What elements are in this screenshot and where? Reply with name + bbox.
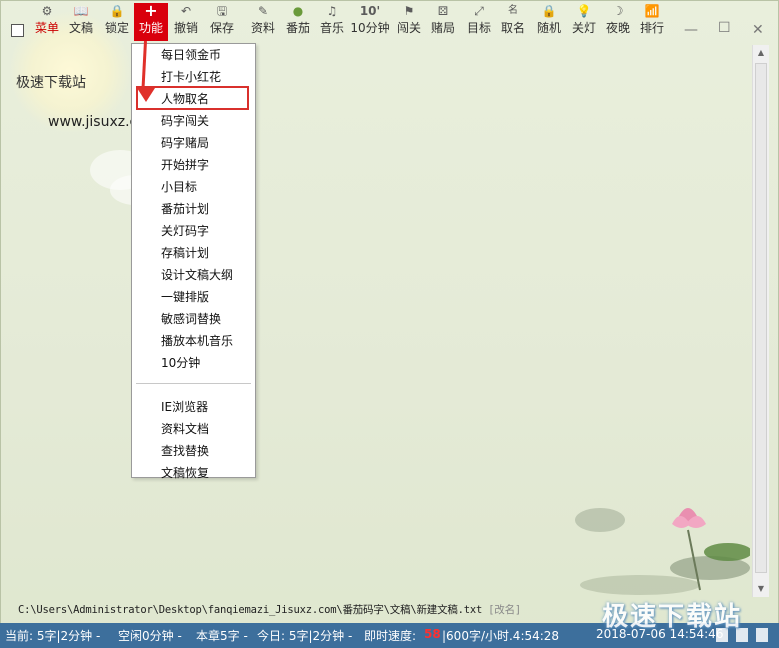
music-icon: ♫ (326, 4, 338, 18)
moon-icon: ☽ (612, 4, 624, 18)
tray-icon[interactable] (756, 628, 768, 642)
status-idle: 空闲0分钟 - (118, 629, 182, 643)
status-speed-label: 即时速度: (364, 629, 417, 643)
maximize-button[interactable]: ☐ (718, 20, 731, 36)
random-lock-icon: 🔒 (541, 4, 557, 18)
toolbar-music-button[interactable]: ♫ 音乐 (318, 3, 346, 41)
scroll-up-icon[interactable]: ▲ (753, 45, 769, 61)
toolbar-save-button[interactable]: 🖫 保存 (208, 3, 236, 41)
window-frame (0, 0, 779, 648)
scroll-down-icon[interactable]: ▼ (753, 581, 769, 597)
dice-icon: ⚄ (437, 4, 449, 18)
menu-item[interactable]: 敏感词替换 (161, 308, 221, 330)
menu-item[interactable]: 小目标 (161, 176, 197, 198)
toolbar-undo-button[interactable]: ↶ 撤销 (172, 3, 200, 41)
menu-item[interactable]: 资料文档 (161, 418, 209, 440)
rename-link[interactable]: [改名] (488, 604, 521, 616)
status-current: 当前: 5字|2分钟 - (5, 629, 101, 643)
menu-separator (136, 383, 251, 384)
file-path-text: C:\Users\Administrator\Desktop\fanqiemaz… (18, 604, 483, 616)
menu-item[interactable]: IE浏览器 (161, 396, 208, 418)
menu-item[interactable]: 一键排版 (161, 286, 209, 308)
status-speed-value: 58 (424, 627, 441, 641)
toolbar-night-button[interactable]: ☽ 夜晚 (604, 3, 632, 41)
functions-dropdown-menu: 每日领金币 打卡小红花 人物取名 码字闯关 码字赌局 开始拼字 小目标 番茄计划 关灯码字 存稿计… (131, 43, 256, 480)
editor-text-line[interactable]: 极速下载站 (16, 72, 86, 92)
tomato-icon: ● (292, 4, 304, 18)
menu-item[interactable]: 设计文稿大纲 (161, 264, 233, 286)
toolbar-ranking-button[interactable]: 📶 排行 (638, 3, 666, 41)
status-rate: |600字/小时.4:54:28 (442, 629, 560, 643)
editor-text-url[interactable]: www.jisuxz.c (48, 114, 137, 130)
menu-item[interactable]: 开始拼字 (161, 154, 209, 176)
toolbar-gamble-button[interactable]: ⚄ 赌局 (429, 3, 457, 41)
annotation-arrow-head (137, 88, 155, 102)
pen-icon: ✎ (257, 4, 269, 18)
menu-item[interactable]: 播放本机音乐 (161, 330, 233, 352)
status-today: 今日: 5字|2分钟 - (257, 629, 353, 643)
vertical-scrollbar[interactable]: ▲ ▼ (752, 45, 769, 597)
timer-icon: 10' (359, 4, 381, 18)
menu-item[interactable]: 码字赌局 (161, 132, 209, 154)
toolbar-naming-button[interactable]: 名 取名 (499, 3, 527, 41)
app-window: ⚙ 菜单 📖 文稿 🔒 锁定 + 功能 ↶ 撤销 🖫 保存 ✎ 资料 ● 番茄 … (0, 0, 779, 648)
menu-item[interactable]: 文稿恢复 (161, 462, 209, 484)
book-icon: 📖 (73, 4, 89, 18)
toolbar-drafts-button[interactable]: 📖 文稿 (67, 3, 95, 41)
toolbar-menu-button[interactable]: ⚙ 菜单 (33, 3, 61, 41)
menu-item[interactable]: 番茄计划 (161, 198, 209, 220)
toolbar-lock-button[interactable]: 🔒 锁定 (103, 3, 131, 41)
menu-item[interactable]: 查找替换 (161, 440, 209, 462)
close-button[interactable]: ✕ (752, 22, 764, 38)
menu-item[interactable]: 每日领金币 (161, 44, 221, 66)
bar-chart-icon: 📶 (644, 4, 660, 18)
toolbar: ⚙ 菜单 📖 文稿 🔒 锁定 + 功能 ↶ 撤销 🖫 保存 ✎ 资料 ● 番茄 … (0, 0, 779, 42)
lock-icon: 🔒 (109, 4, 125, 18)
menu-item[interactable]: 打卡小红花 (161, 66, 221, 88)
menu-item[interactable]: 存稿计划 (161, 242, 209, 264)
file-path: C:\Users\Administrator\Desktop\fanqiemaz… (18, 602, 521, 617)
toolbar-tomato-button[interactable]: ● 番茄 (284, 3, 312, 41)
watermark: 极速下载站 (602, 602, 743, 632)
toolbar-10min-button[interactable]: 10' 10分钟 (350, 3, 390, 41)
toolbar-functions-button[interactable]: + 功能 (134, 3, 168, 41)
toolbar-lights-off-button[interactable]: 💡 关灯 (570, 3, 598, 41)
toolbar-challenge-button[interactable]: ⚑ 闯关 (395, 3, 423, 41)
toolbar-materials-button[interactable]: ✎ 资料 (249, 3, 277, 41)
save-icon: 🖫 (216, 4, 228, 18)
toolbar-target-button[interactable]: ⤢ 目标 (465, 3, 493, 41)
status-chapter: 本章5字 - (196, 629, 248, 643)
minimize-button[interactable]: — (684, 22, 698, 38)
menu-item[interactable]: 10分钟 (161, 352, 200, 374)
undo-icon: ↶ (180, 4, 192, 18)
bulb-icon: 💡 (576, 4, 592, 18)
menu-checkbox[interactable] (11, 24, 24, 37)
gear-icon: ⚙ (41, 4, 53, 18)
scroll-thumb[interactable] (755, 63, 767, 573)
flag-icon: ⚑ (403, 4, 415, 18)
toolbar-random-button[interactable]: 🔒 随机 (535, 3, 563, 41)
plus-icon: + (144, 1, 158, 20)
menu-item[interactable]: 关灯码字 (161, 220, 209, 242)
name-icon: 名 (508, 5, 518, 16)
menu-item[interactable]: 码字闯关 (161, 110, 209, 132)
target-icon: ⤢ (474, 4, 484, 18)
